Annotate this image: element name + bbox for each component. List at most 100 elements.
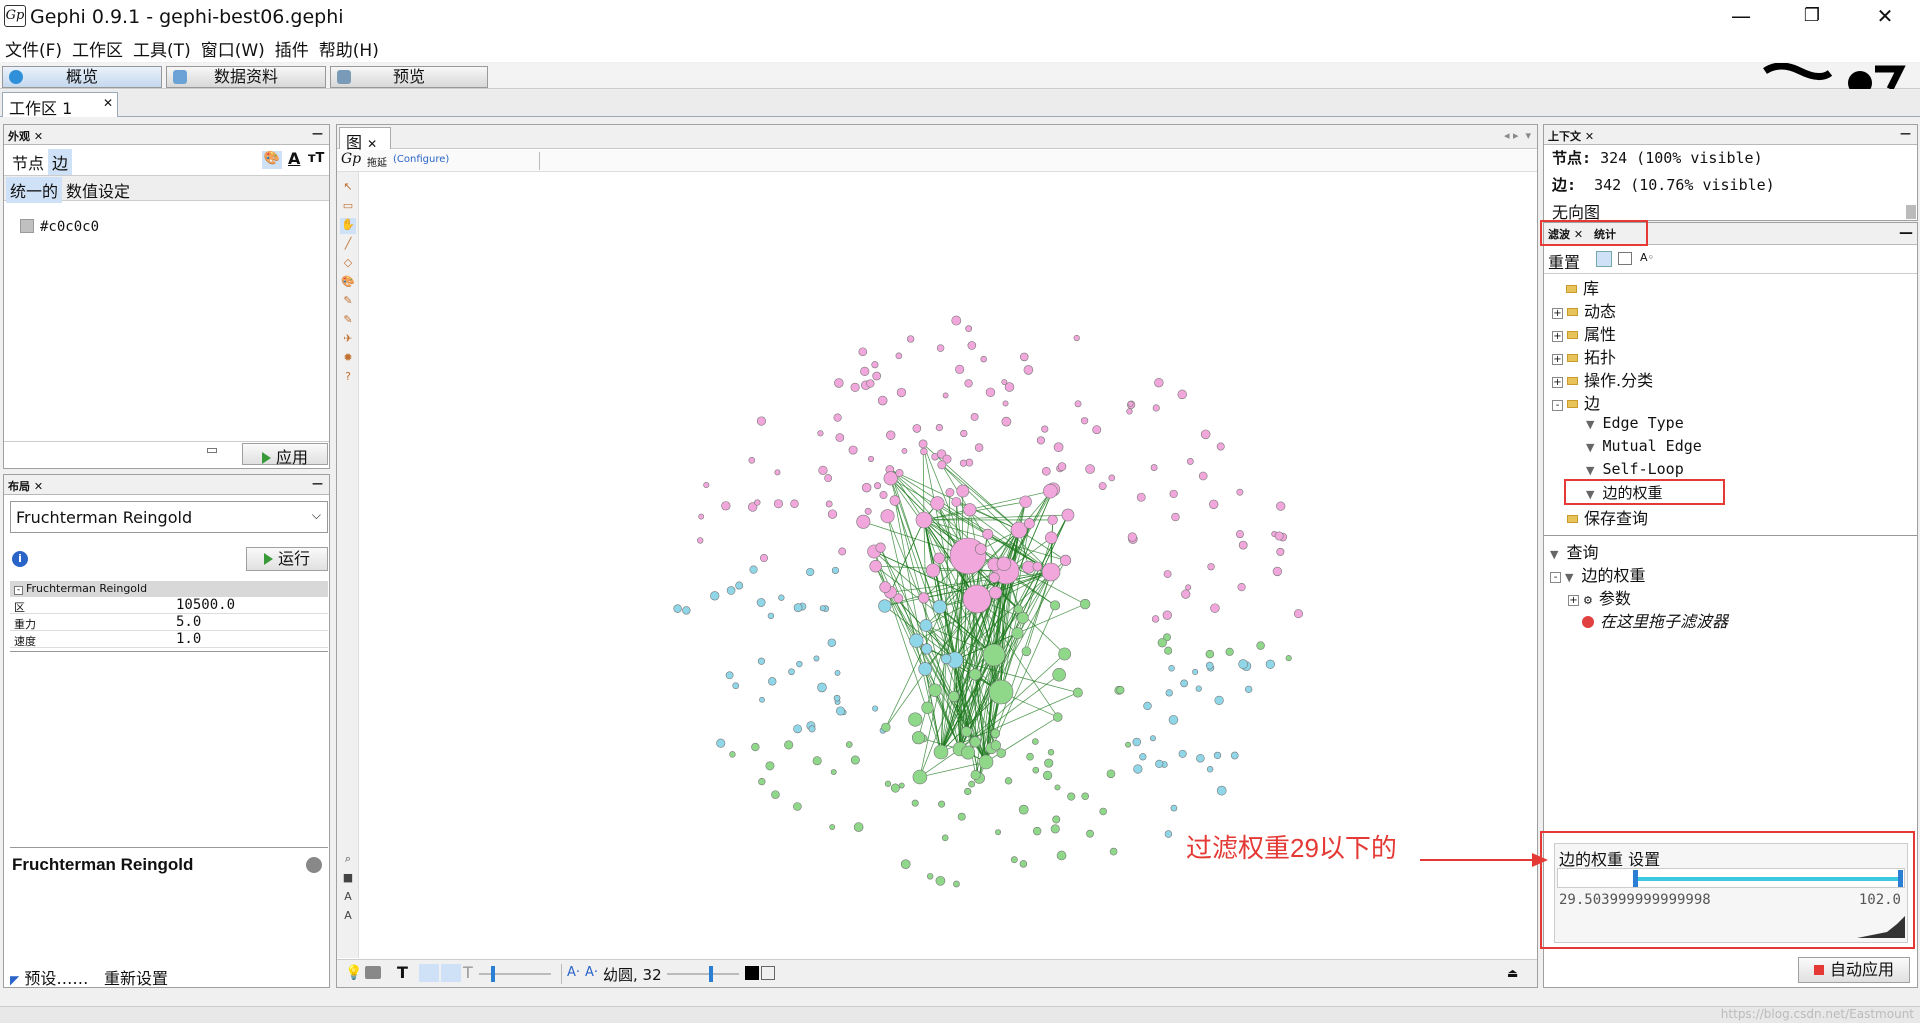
graph-node[interactable]	[880, 509, 895, 524]
graph-node[interactable]	[758, 777, 766, 786]
chain-icon[interactable]	[207, 448, 217, 453]
filter-tree-item[interactable]: + 动态	[1552, 298, 1616, 322]
graph-node[interactable]	[1230, 751, 1239, 760]
graph-node[interactable]	[1058, 647, 1072, 661]
close-button[interactable]: ✕	[1862, 0, 1908, 34]
pencil2-icon[interactable]: ✎	[340, 313, 356, 329]
graph-node[interactable]	[729, 751, 736, 758]
graph-node[interactable]	[988, 679, 1014, 705]
menu-plugins[interactable]: 插件	[270, 34, 314, 61]
graph-node[interactable]	[957, 812, 966, 821]
graph-node[interactable]	[960, 429, 968, 438]
graph-node[interactable]	[1054, 784, 1061, 791]
font-a2-icon[interactable]: A·	[585, 965, 598, 980]
graph-node[interactable]	[1011, 627, 1024, 640]
selection-icon[interactable]	[1618, 252, 1632, 265]
graph-node[interactable]	[835, 706, 845, 716]
graph-tab[interactable]: 图 ✕	[339, 127, 391, 152]
graph-node[interactable]	[900, 859, 911, 870]
params-item[interactable]: + ⚙ 参数	[1568, 585, 1631, 609]
sun-icon[interactable]: ✹	[340, 351, 356, 367]
graph-node[interactable]	[1272, 566, 1283, 577]
color-a-icon[interactable]: A	[340, 890, 356, 906]
graph-node[interactable]	[867, 455, 875, 462]
graph-node[interactable]	[725, 671, 734, 680]
graph-node[interactable]	[918, 592, 930, 604]
tab-unique[interactable]: 统一的	[6, 177, 63, 203]
graph-node[interactable]	[968, 780, 976, 788]
graph-node[interactable]	[1056, 850, 1067, 861]
workspace-tab[interactable]: 工作区 1 ✕	[2, 92, 118, 118]
graph-node[interactable]	[889, 495, 901, 506]
graph-node[interactable]	[895, 352, 903, 360]
graph-node[interactable]	[1165, 689, 1173, 697]
graph-node[interactable]	[990, 740, 1002, 751]
filter-tree-item[interactable]: ▼ Edge Type	[1586, 413, 1684, 432]
filter-tree-item[interactable]: -边	[1552, 390, 1600, 414]
graph-node[interactable]	[911, 799, 919, 807]
graph-node[interactable]	[936, 344, 945, 352]
graph-node[interactable]	[1001, 416, 1012, 427]
tab-navigation[interactable]: ◂ ▸ ▾	[1504, 129, 1531, 142]
graph-node[interactable]	[970, 412, 979, 421]
graph-node[interactable]	[937, 460, 947, 470]
graph-node[interactable]	[1168, 715, 1179, 725]
graph-node[interactable]	[872, 705, 879, 712]
graph-node[interactable]	[879, 491, 888, 500]
graph-node[interactable]	[1109, 847, 1118, 856]
graph-node[interactable]	[819, 605, 826, 612]
graph-node[interactable]	[1192, 668, 1199, 675]
graph-node[interactable]	[1177, 389, 1187, 400]
graph-node[interactable]	[1168, 665, 1175, 672]
drag-icon[interactable]: ✋	[340, 218, 356, 234]
close-icon[interactable]: ✕	[34, 480, 43, 493]
graph-node[interactable]	[982, 643, 1006, 667]
graph-node[interactable]	[932, 599, 947, 614]
graph-node[interactable]	[1237, 583, 1246, 592]
filter-tree-item[interactable]: + 拓扑	[1552, 344, 1616, 368]
preview-mode-button[interactable]: 预览	[330, 66, 488, 88]
font-icon[interactable]: A◦	[1640, 251, 1654, 264]
graph-node[interactable]	[961, 726, 972, 737]
graph-node[interactable]	[858, 347, 868, 357]
graph-node[interactable]	[845, 741, 853, 748]
graph-node[interactable]	[1154, 377, 1164, 388]
graph-node[interactable]	[1002, 400, 1009, 407]
graph-node[interactable]	[928, 683, 942, 697]
graph-node[interactable]	[933, 744, 949, 760]
graph-node[interactable]	[838, 547, 847, 556]
graph-node[interactable]	[926, 873, 934, 880]
graph-node[interactable]	[1225, 647, 1234, 656]
graph-node[interactable]	[869, 559, 882, 573]
graph-node[interactable]	[788, 668, 795, 676]
graph-node[interactable]	[1170, 804, 1178, 812]
graph-node[interactable]	[1132, 737, 1142, 747]
graph-node[interactable]	[1116, 686, 1125, 695]
graph-node[interactable]	[1050, 600, 1061, 611]
graph-node[interactable]	[1092, 425, 1102, 435]
graph-node[interactable]	[1210, 603, 1220, 613]
graph-node[interactable]	[1098, 482, 1107, 491]
graph-node[interactable]	[790, 499, 799, 509]
graph-node[interactable]	[1162, 610, 1172, 620]
graph-node[interactable]	[1205, 661, 1214, 670]
graph-node[interactable]	[850, 755, 860, 765]
font-a-icon[interactable]: A·	[567, 965, 580, 980]
graph-node[interactable]	[860, 366, 870, 376]
graph-node[interactable]	[1265, 659, 1275, 669]
graph-node[interactable]	[1021, 646, 1032, 657]
graph-node[interactable]	[1081, 792, 1089, 801]
graph-node[interactable]	[1053, 442, 1064, 453]
lightbulb-icon[interactable]: 💡	[345, 965, 362, 981]
close-icon[interactable]: ✕	[34, 130, 43, 143]
graph-node[interactable]	[1047, 749, 1055, 756]
font-name[interactable]: 幼圆, 32	[603, 964, 662, 985]
property-row[interactable]: 区 10500.0	[10, 597, 328, 614]
menu-tools[interactable]: 工具(T)	[128, 34, 196, 61]
graph-node[interactable]	[813, 655, 820, 662]
graph-node[interactable]	[1236, 488, 1244, 496]
graph-node[interactable]	[951, 497, 962, 507]
graph-node[interactable]	[1214, 695, 1224, 706]
font-size-slider[interactable]	[667, 973, 739, 975]
graph-node[interactable]	[1139, 753, 1147, 761]
